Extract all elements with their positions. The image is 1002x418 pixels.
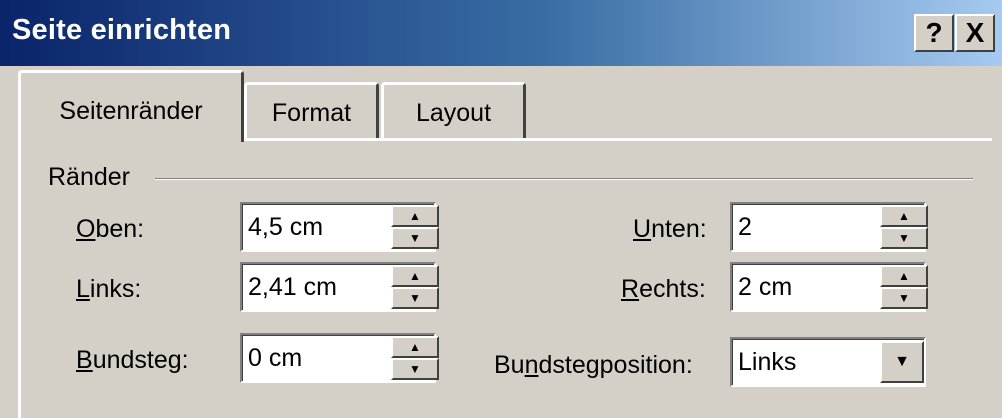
oben-label: Oben: (76, 215, 145, 243)
spin-up-icon[interactable]: ▲ (880, 205, 928, 227)
group-divider (155, 178, 973, 180)
rechts-label: Rechts: (621, 275, 706, 303)
spin-up-icon[interactable]: ▲ (391, 205, 439, 227)
title-bar[interactable]: Seite einrichten ? X (0, 0, 1002, 66)
tab-label: Layout (415, 99, 492, 127)
chevron-down-icon[interactable]: ▼ (880, 341, 924, 383)
help-icon: ? (925, 17, 943, 48)
unten-label: Unten: (633, 215, 707, 243)
page-setup-dialog: Seite einrichten ? X Seitenränder Format… (0, 0, 1002, 418)
rechts-spinner[interactable]: ▲ ▼ (880, 265, 928, 309)
bundsteg-spinner[interactable]: ▲ ▼ (391, 336, 439, 380)
rechts-value: 2 cm (738, 273, 793, 301)
links-label: Links: (76, 275, 142, 303)
spin-down-icon[interactable]: ▼ (880, 227, 928, 249)
tab-seitenraender[interactable]: Seitenränder (18, 70, 244, 142)
dialog-title: Seite einrichten (12, 14, 232, 46)
tab-layout[interactable]: Layout (381, 82, 526, 138)
close-button[interactable]: X (955, 14, 995, 52)
spin-down-icon[interactable]: ▼ (880, 287, 928, 309)
oben-value: 4,5 cm (248, 213, 324, 241)
bundstegposition-label: Bundstegposition: (494, 351, 693, 379)
tab-label: Seitenränder (59, 97, 203, 125)
spin-down-icon[interactable]: ▼ (391, 227, 439, 249)
unten-value: 2 (738, 213, 752, 241)
spin-up-icon[interactable]: ▲ (880, 265, 928, 287)
bundsteg-value: 0 cm (248, 344, 303, 372)
spin-up-icon[interactable]: ▲ (391, 265, 439, 287)
bundstegposition-value: Links (738, 348, 797, 376)
oben-spinner[interactable]: ▲ ▼ (391, 205, 439, 249)
spin-up-icon[interactable]: ▲ (391, 336, 439, 358)
close-icon: X (965, 17, 985, 48)
bundsteg-label: Bundsteg: (76, 346, 189, 374)
links-spinner[interactable]: ▲ ▼ (391, 265, 439, 309)
tab-label: Format (271, 99, 352, 127)
links-value: 2,41 cm (248, 273, 337, 301)
help-button[interactable]: ? (914, 14, 954, 52)
group-label-raender: Ränder (48, 163, 140, 192)
unten-spinner[interactable]: ▲ ▼ (880, 205, 928, 249)
tab-format[interactable]: Format (244, 82, 379, 138)
spin-down-icon[interactable]: ▼ (391, 358, 439, 380)
spin-down-icon[interactable]: ▼ (391, 287, 439, 309)
